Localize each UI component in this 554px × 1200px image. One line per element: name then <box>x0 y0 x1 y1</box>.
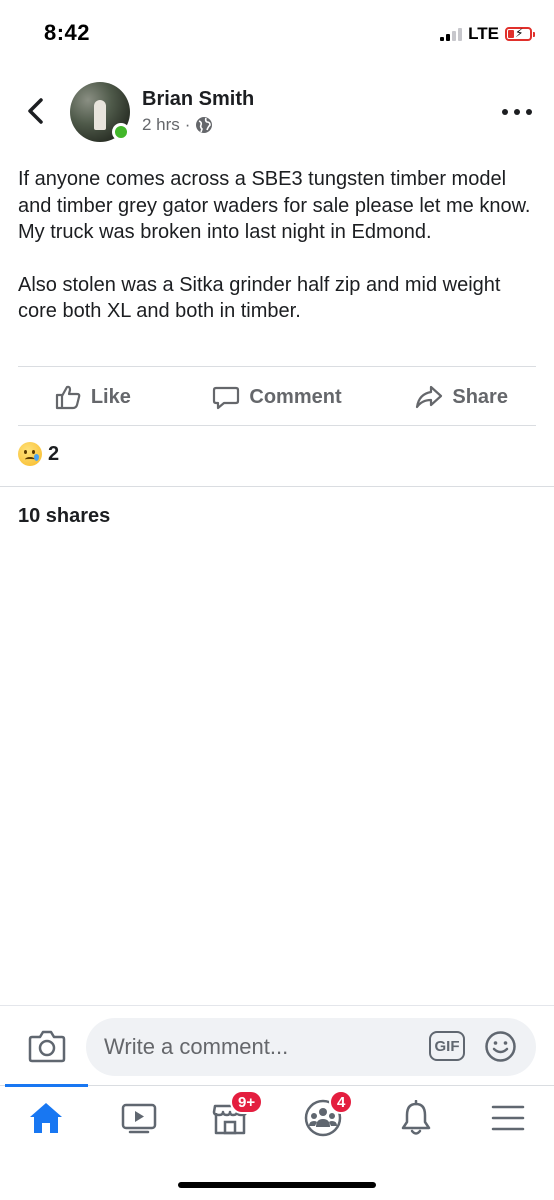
reaction-count: 2 <box>48 442 60 465</box>
status-indicators: LTE ⚡ <box>440 24 535 44</box>
comment-placeholder: Write a comment... <box>104 1034 289 1059</box>
status-bar: 8:42 LTE ⚡ <box>0 0 554 68</box>
divider <box>18 425 536 426</box>
watch-tab[interactable] <box>117 1098 161 1138</box>
share-icon <box>416 385 443 409</box>
share-button[interactable]: Share <box>369 370 554 424</box>
emoji-button[interactable] <box>484 1030 517 1063</box>
more-options-button[interactable] <box>502 100 532 124</box>
online-status-dot <box>112 123 130 141</box>
chevron-left-icon <box>28 98 43 124</box>
share-label: Share <box>452 385 508 408</box>
marketplace-badge: 9+ <box>230 1090 264 1114</box>
post-paragraph: If anyone comes across a SBE3 tungsten t… <box>18 168 531 243</box>
home-icon <box>30 1103 62 1133</box>
camera-icon <box>28 1030 66 1063</box>
post-body: If anyone comes across a SBE3 tungsten t… <box>18 166 538 351</box>
post-meta: 2 hrs · <box>142 115 213 135</box>
divider <box>0 486 554 487</box>
home-tab[interactable] <box>24 1098 68 1138</box>
video-icon <box>121 1103 157 1134</box>
bell-icon <box>401 1100 431 1135</box>
divider <box>18 366 536 367</box>
shares-count[interactable]: 10 shares <box>18 505 110 528</box>
post-header: Brian Smith 2 hrs · <box>0 80 554 146</box>
like-button[interactable]: Like <box>0 370 185 424</box>
globe-icon <box>196 117 213 133</box>
post-time[interactable]: 2 hrs <box>142 115 180 135</box>
comment-label: Comment <box>249 385 342 408</box>
meta-separator: · <box>184 115 191 134</box>
comment-composer: Write a comment... GIF <box>0 1005 554 1085</box>
comment-input[interactable]: Write a comment... GIF <box>86 1018 536 1076</box>
thumbs-up-icon <box>55 385 81 410</box>
status-time: 8:42 <box>44 20 91 45</box>
groups-tab[interactable]: 4 <box>301 1090 354 1138</box>
comment-icon <box>213 386 240 410</box>
notifications-tab[interactable] <box>394 1098 438 1138</box>
gif-button[interactable]: GIF <box>429 1031 465 1061</box>
back-button[interactable] <box>18 94 52 128</box>
network-label: LTE <box>468 24 499 43</box>
smiley-icon <box>485 1031 516 1062</box>
post-paragraph: Also stolen was a Sitka grinder half zip… <box>18 273 501 323</box>
author-name[interactable]: Brian Smith <box>142 88 254 111</box>
active-tab-indicator <box>5 1084 88 1087</box>
comment-button[interactable]: Comment <box>185 370 370 424</box>
like-label: Like <box>90 385 131 408</box>
reaction-summary[interactable]: 2 <box>18 442 59 466</box>
battery-icon: ⚡ <box>505 26 535 41</box>
post-actions: Like Comment Share <box>0 370 554 424</box>
marketplace-tab[interactable]: 9+ <box>208 1090 264 1138</box>
bottom-tab-bar: 9+ 4 <box>0 1084 554 1155</box>
home-indicator[interactable] <box>178 1182 376 1188</box>
menu-icon <box>491 1105 525 1131</box>
groups-badge: 4 <box>329 1090 354 1114</box>
signal-icon <box>440 27 463 41</box>
sad-reaction-icon <box>18 442 42 466</box>
menu-tab[interactable] <box>486 1098 530 1138</box>
camera-button[interactable] <box>28 1028 66 1064</box>
